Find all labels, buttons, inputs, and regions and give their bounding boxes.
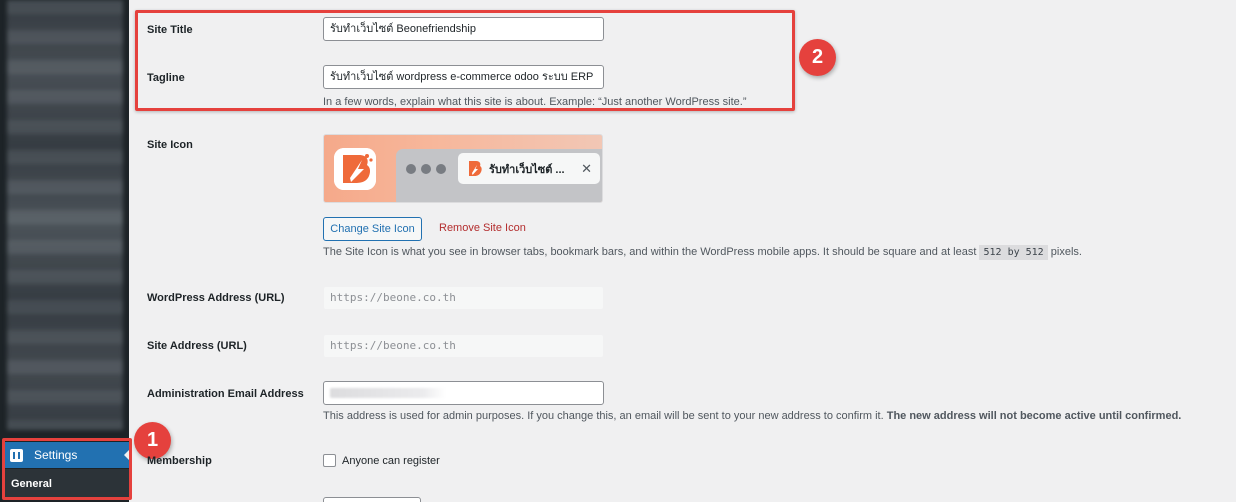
beone-favicon-icon	[469, 161, 482, 176]
remove-site-icon-link[interactable]: Remove Site Icon	[439, 222, 526, 234]
browser-preview: รับทำเว็บไซต์ ... ✕	[396, 149, 602, 202]
beone-logo-icon	[334, 148, 376, 190]
membership-checkbox-label[interactable]: Anyone can register	[342, 455, 440, 467]
close-icon: ✕	[581, 161, 592, 176]
sidebar-submenu-general[interactable]: General	[4, 469, 129, 498]
default-role-select[interactable]	[323, 497, 421, 502]
site-address-input: https://beone.co.th	[323, 334, 604, 358]
site-icon-preview: รับทำเว็บไซต์ ... ✕	[323, 134, 603, 203]
wordpress-address-label: WordPress Address (URL)	[147, 292, 285, 304]
sidebar-item-settings-label: Settings	[34, 448, 78, 462]
blurred-menu-items	[7, 0, 123, 430]
annotation-badge-1: 1	[134, 422, 171, 459]
browser-tab-preview: รับทำเว็บไซต์ ... ✕	[458, 153, 600, 184]
wordpress-address-input: https://beone.co.th	[323, 286, 604, 310]
annotation-badge-2: 2	[799, 39, 836, 76]
window-dot-icon	[421, 164, 431, 174]
window-dot-icon	[406, 164, 416, 174]
tagline-label: Tagline	[147, 72, 185, 84]
settings-icon	[10, 448, 23, 462]
site-icon-description: The Site Icon is what you see in browser…	[323, 245, 1082, 260]
site-icon-description-text: The Site Icon is what you see in browser…	[323, 246, 980, 258]
change-site-icon-button[interactable]: Change Site Icon	[323, 217, 422, 241]
site-icon-description-end: pixels.	[1047, 246, 1082, 258]
admin-email-description: This address is used for admin purposes.…	[323, 410, 1181, 422]
admin-email-description-text: This address is used for admin purposes.…	[323, 410, 887, 422]
membership-checkbox[interactable]	[323, 454, 336, 467]
admin-sidebar: Settings General	[0, 0, 129, 502]
window-dot-icon	[436, 164, 446, 174]
site-title-label: Site Title	[147, 24, 193, 36]
sidebar-item-settings[interactable]: Settings	[4, 442, 129, 468]
site-icon-size-code: 512 by 512	[979, 245, 1048, 260]
admin-email-description-bold: The new address will not become active u…	[886, 410, 1182, 422]
site-title-input[interactable]: รับทำเว็บไซต์ Beonefriendship	[323, 17, 604, 41]
browser-tab-title: รับทำเว็บไซต์ ...	[489, 163, 565, 176]
current-menu-arrow-icon	[124, 450, 129, 460]
membership-label: Membership	[147, 455, 212, 467]
tagline-description: In a few words, explain what this site i…	[323, 96, 747, 108]
sidebar-submenu-general-label: General	[11, 477, 52, 490]
site-icon-label: Site Icon	[147, 139, 193, 151]
admin-email-label: Administration Email Address	[147, 388, 304, 400]
blurred-email-value	[330, 388, 446, 398]
tagline-input[interactable]: รับทำเว็บไซต์ wordpress e-commerce odoo …	[323, 65, 604, 89]
site-address-label: Site Address (URL)	[147, 340, 247, 352]
